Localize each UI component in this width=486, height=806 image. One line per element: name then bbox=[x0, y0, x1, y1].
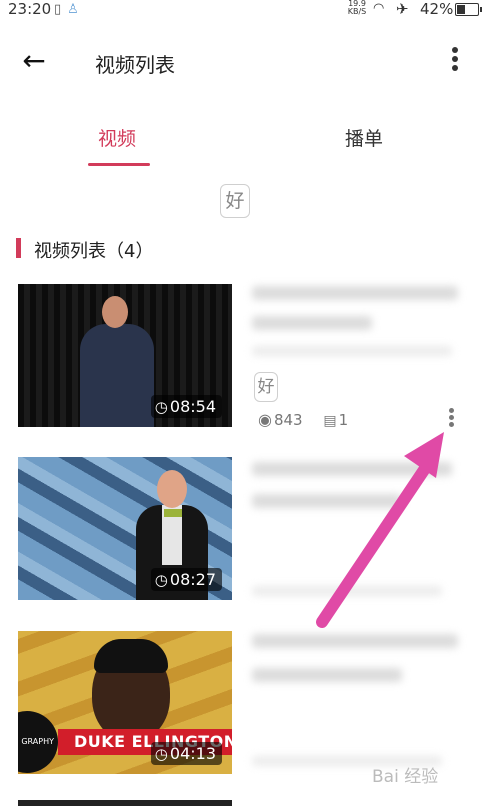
annotation-arrow-icon bbox=[316, 432, 444, 628]
watermark: Bai 经验 bbox=[372, 767, 439, 787]
